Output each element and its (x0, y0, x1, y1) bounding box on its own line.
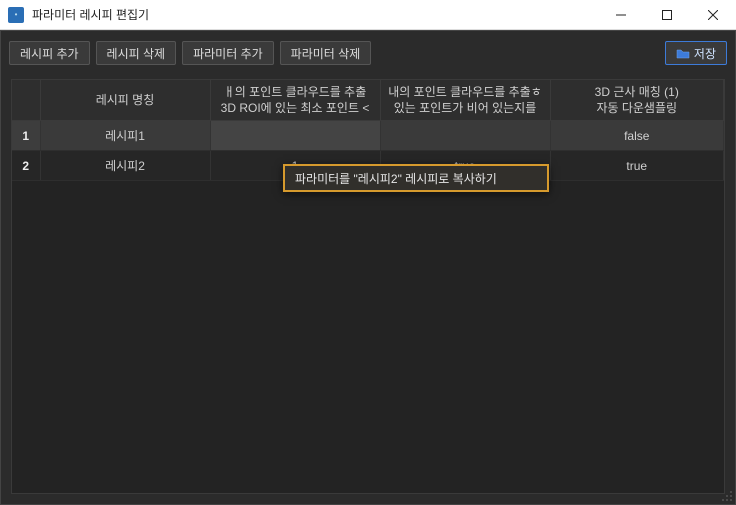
header-col2-line2: 3D ROI에 있는 최소 포인트 < (217, 100, 374, 116)
cell-recipe-name[interactable]: 레시피2 (40, 151, 210, 181)
context-menu-item-copy[interactable]: 파라미터를 "레시피2" 레시피로 복사하기 (295, 170, 497, 187)
row-number: 2 (12, 151, 40, 181)
save-icon (676, 47, 690, 59)
cell-recipe-name[interactable]: 레시피1 (40, 121, 210, 151)
cell-col4[interactable]: false (550, 121, 724, 151)
header-col3-line2: 있는 포인트가 비어 있는지를 (387, 100, 544, 116)
add-recipe-button[interactable]: 레시피 추가 (9, 41, 90, 65)
cell-col3[interactable] (380, 121, 550, 151)
recipe-table: 레시피 명칭 ㅐ의 포인트 클라우드를 추출 3D ROI에 있는 최소 포인트… (11, 79, 725, 494)
header-col3-line1: 내의 포인트 클라우드를 추출ㅎ (387, 84, 544, 100)
header-col2[interactable]: ㅐ의 포인트 클라우드를 추출 3D ROI에 있는 최소 포인트 < (210, 80, 380, 121)
cell-col4[interactable]: true (550, 151, 724, 181)
add-parameter-button[interactable]: 파라미터 추가 (182, 41, 274, 65)
header-col3[interactable]: 내의 포인트 클라우드를 추출ㅎ 있는 포인트가 비어 있는지를 (380, 80, 550, 121)
header-col4-line1: 3D 근사 매칭 (1) (557, 84, 718, 100)
save-button-label: 저장 (694, 45, 716, 62)
delete-parameter-button[interactable]: 파라미터 삭제 (280, 41, 372, 65)
titlebar: • 파라미터 레시피 편집기 (0, 0, 736, 30)
close-button[interactable] (690, 0, 736, 30)
header-col4-line2: 자동 다운샘플링 (557, 100, 718, 116)
toolbar: 레시피 추가 레시피 삭제 파라미터 추가 파라미터 삭제 저장 (1, 31, 735, 75)
minimize-button[interactable] (598, 0, 644, 30)
table-row[interactable]: 1 레시피1 false (12, 121, 724, 151)
table-header-row: 레시피 명칭 ㅐ의 포인트 클라우드를 추출 3D ROI에 있는 최소 포인트… (12, 80, 724, 121)
window-title: 파라미터 레시피 편집기 (32, 6, 149, 23)
header-corner (12, 80, 40, 121)
header-recipe-name[interactable]: 레시피 명칭 (40, 80, 210, 121)
maximize-button[interactable] (644, 0, 690, 30)
context-menu: 파라미터를 "레시피2" 레시피로 복사하기 (283, 164, 549, 192)
header-col2-line1: ㅐ의 포인트 클라우드를 추출 (217, 84, 374, 100)
row-number: 1 (12, 121, 40, 151)
app-icon: • (8, 7, 24, 23)
client-area: 레시피 추가 레시피 삭제 파라미터 추가 파라미터 삭제 저장 레시피 명칭 … (0, 30, 736, 505)
delete-recipe-button[interactable]: 레시피 삭제 (96, 41, 177, 65)
resize-grip-icon[interactable] (719, 488, 733, 502)
header-col4[interactable]: 3D 근사 매칭 (1) 자동 다운샘플링 (550, 80, 724, 121)
save-button[interactable]: 저장 (665, 41, 727, 65)
cell-col2[interactable] (210, 121, 380, 151)
